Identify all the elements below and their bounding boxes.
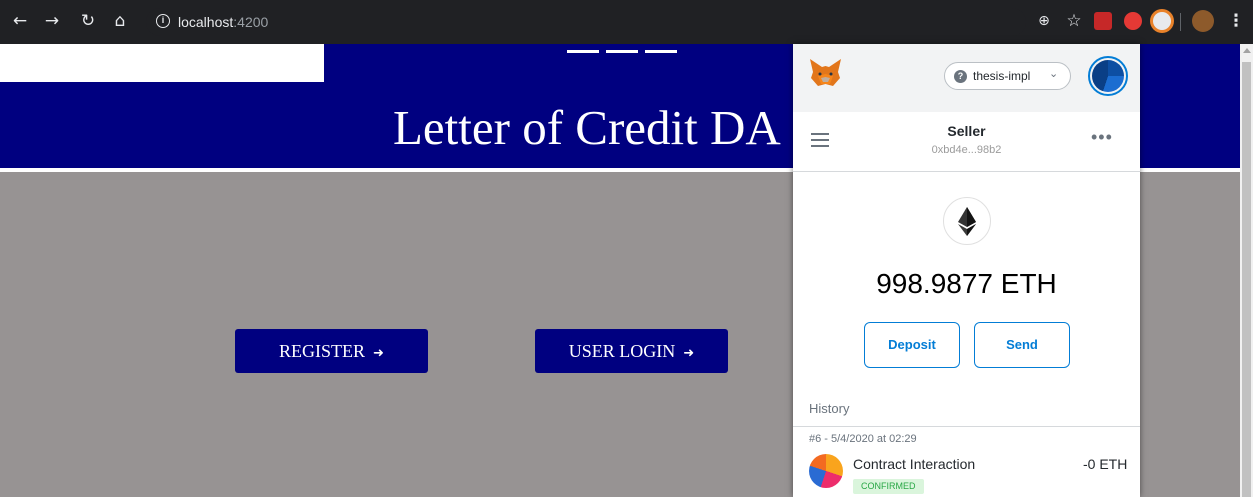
divider	[793, 426, 1140, 427]
profile-avatar-icon[interactable]	[1192, 10, 1214, 32]
metamask-header: ? thesis-impl ⌄	[793, 44, 1140, 112]
zoom-icon[interactable]: ⊕	[1034, 11, 1054, 31]
scroll-thumb[interactable]	[1242, 62, 1251, 497]
navbar-left	[0, 44, 324, 82]
status-badge: CONFIRMED	[853, 479, 924, 494]
help-icon: ?	[954, 70, 967, 83]
eth-balance: 998.9877 ETH	[876, 268, 1057, 299]
page-scrollbar[interactable]	[1240, 44, 1253, 497]
transaction-identicon	[809, 454, 843, 488]
network-selector[interactable]: ? thesis-impl ⌄	[944, 62, 1071, 90]
register-label: REGISTER	[279, 341, 366, 361]
home-icon[interactable]: ⌂	[110, 11, 130, 31]
kebab-menu-icon[interactable]: ⋮	[1226, 11, 1246, 31]
chevron-down-icon: ⌄	[1049, 67, 1059, 80]
user-login-button[interactable]: USER LOGIN ➜	[535, 329, 728, 373]
circle-extension-icon[interactable]	[1153, 12, 1171, 30]
register-button[interactable]: REGISTER ➜	[235, 329, 428, 373]
nav-indicator	[645, 50, 677, 53]
star-icon[interactable]: ☆	[1064, 11, 1084, 31]
nav-indicator	[606, 50, 638, 53]
network-name: thesis-impl	[973, 69, 1031, 83]
sign-in-icon: ➜	[373, 346, 384, 361]
url-text: localhost:4200	[178, 14, 268, 30]
url-host: localhost	[178, 14, 234, 30]
transaction-amount: -0 ETH	[1083, 456, 1128, 472]
account-identicon[interactable]	[1088, 56, 1128, 96]
reload-icon[interactable]: ↻	[78, 11, 98, 31]
back-arrow-icon[interactable]: ←	[10, 11, 30, 31]
login-label: USER LOGIN	[568, 341, 676, 361]
scroll-up-arrow-icon[interactable]	[1243, 48, 1251, 53]
transaction-title: Contract Interaction	[853, 456, 976, 472]
page-title: Letter of Credit DA	[393, 100, 781, 155]
deposit-button[interactable]: Deposit	[864, 322, 960, 368]
account-address[interactable]: 0xbd4e...98b2	[793, 144, 1140, 156]
url-port: :4200	[233, 14, 269, 30]
history-heading: History	[809, 401, 850, 416]
ethereum-icon	[943, 197, 991, 245]
pdf-extension-icon[interactable]	[1094, 12, 1112, 30]
adblock-extension-icon[interactable]	[1124, 12, 1142, 30]
forward-arrow-icon[interactable]: →	[42, 11, 62, 31]
account-name[interactable]: Seller	[793, 123, 1140, 139]
toolbar-divider	[1180, 13, 1181, 31]
info-icon[interactable]: i	[156, 14, 170, 28]
send-button[interactable]: Send	[974, 322, 1070, 368]
sign-in-icon: ➜	[683, 346, 695, 361]
browser-toolbar: ← → ↻ ⌂ i localhost:4200 ⊕ ☆ ⋮	[0, 0, 1253, 44]
transaction-date: #6 - 5/4/2020 at 02:29	[809, 433, 917, 445]
metamask-fox-icon	[810, 59, 841, 86]
more-dots-icon[interactable]: •••	[1091, 127, 1113, 148]
nav-indicator	[567, 50, 599, 53]
metamask-popup: ? thesis-impl ⌄ Seller 0xbd4e...98b2 •••…	[793, 44, 1140, 497]
address-bar[interactable]: i localhost:4200	[146, 8, 1026, 36]
account-bar: Seller 0xbd4e...98b2 •••	[793, 112, 1140, 172]
